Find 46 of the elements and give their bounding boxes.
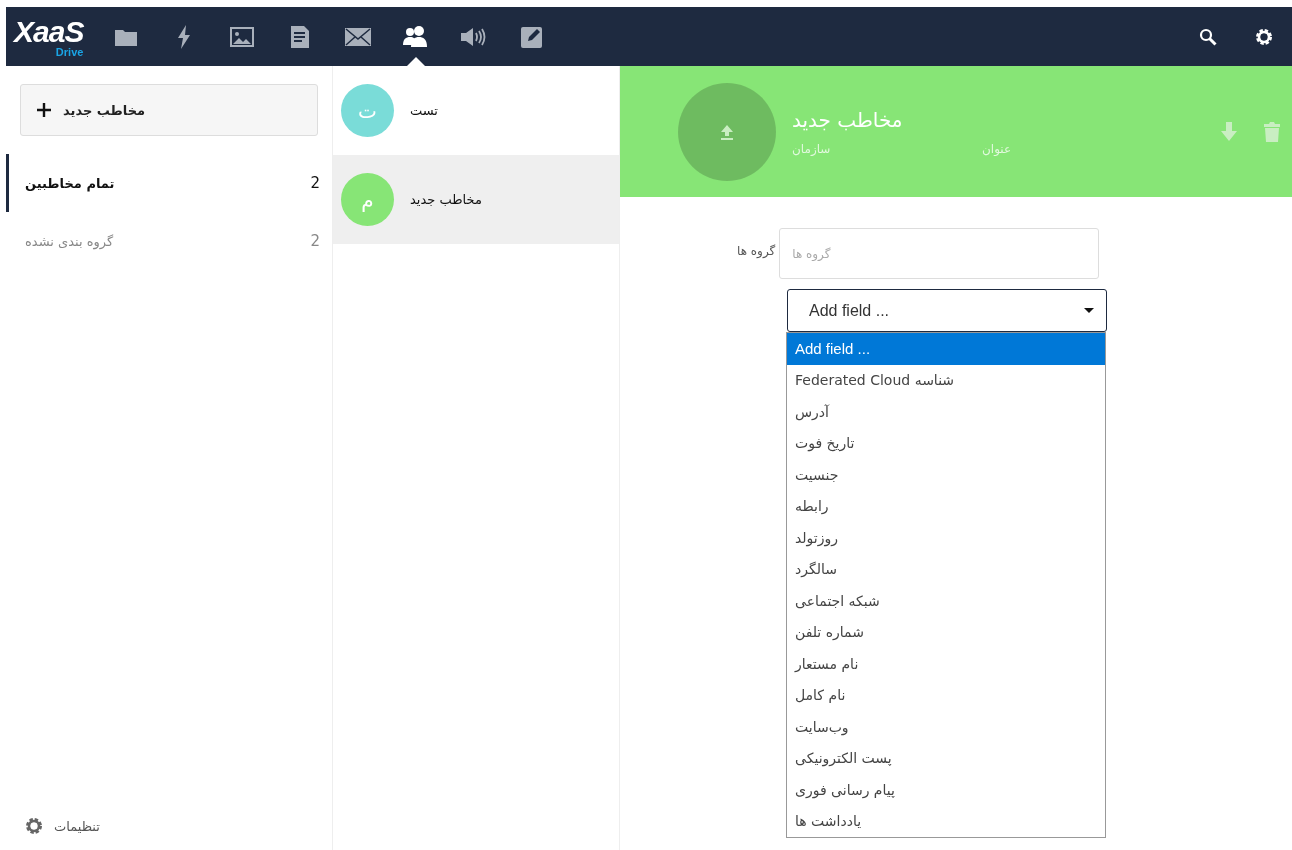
dropdown-option[interactable]: Federated Cloud شناسه bbox=[787, 364, 1105, 396]
dropdown-option[interactable]: سالگرد bbox=[787, 553, 1105, 585]
dropdown-option[interactable]: Add field ... bbox=[787, 333, 1105, 365]
image-icon[interactable] bbox=[230, 26, 255, 47]
document-icon[interactable] bbox=[290, 24, 311, 49]
group-label: گروه بندی نشده bbox=[25, 233, 114, 249]
group-count: 2 bbox=[310, 232, 320, 250]
dropdown-option[interactable]: یادداشت ها bbox=[787, 805, 1105, 837]
dropdown-option[interactable]: آدرس bbox=[787, 396, 1105, 428]
organization-field[interactable]: سازمان bbox=[792, 141, 982, 156]
dropdown-option[interactable]: پیام رسانی فوری bbox=[787, 774, 1105, 806]
groups-label: گروه ها bbox=[737, 244, 776, 258]
dropdown-option[interactable]: شبکه اجتماعی bbox=[787, 585, 1105, 617]
search-icon[interactable] bbox=[1199, 27, 1217, 46]
contact-name: مخاطب جدید bbox=[410, 192, 482, 207]
groups-field[interactable]: گروه ها bbox=[779, 228, 1100, 279]
upload-icon bbox=[719, 123, 735, 140]
gear-icon[interactable] bbox=[24, 816, 44, 836]
contact-avatar: ت bbox=[341, 84, 394, 137]
group-label: تمام مخاطبین bbox=[25, 175, 115, 191]
settings-icon[interactable] bbox=[1254, 26, 1274, 47]
dropdown-option[interactable]: جنسیت bbox=[787, 459, 1105, 491]
dropdown-option[interactable]: وب‌سایت bbox=[787, 711, 1105, 743]
dropdown-option[interactable]: نام کامل bbox=[787, 679, 1105, 711]
group-count: 2 bbox=[310, 174, 320, 192]
contact-avatar: م bbox=[341, 173, 394, 226]
contact-name: تست bbox=[410, 103, 438, 118]
dropdown-option[interactable]: نام مستعار bbox=[787, 648, 1105, 680]
logo-subtitle: Drive bbox=[55, 46, 84, 58]
contact-item[interactable]: ت تست bbox=[333, 66, 619, 155]
dropdown-option[interactable]: روزتولد bbox=[787, 522, 1105, 554]
dropdown-option[interactable]: شماره تلفن bbox=[787, 616, 1105, 648]
caret-icon bbox=[1084, 308, 1094, 313]
title-field[interactable]: عنوان bbox=[982, 141, 1172, 156]
dropdown-option[interactable]: تاریخ فوت bbox=[787, 427, 1105, 459]
envelope-icon[interactable] bbox=[345, 27, 372, 46]
contact-item[interactable]: م مخاطب جدید bbox=[333, 155, 619, 244]
settings-link[interactable]: تنظیمات bbox=[54, 818, 100, 834]
new-contact-button[interactable]: مخاطب جدید bbox=[20, 84, 318, 136]
dropdown-option[interactable]: رابطه bbox=[787, 490, 1105, 522]
edit-icon[interactable] bbox=[520, 24, 545, 49]
plus-icon bbox=[37, 103, 51, 117]
logo[interactable]: XaaS bbox=[14, 15, 84, 49]
selected-pointer bbox=[407, 57, 426, 66]
dropdown-option[interactable]: پست الکترونیکی bbox=[787, 742, 1105, 774]
lightning-icon[interactable] bbox=[177, 24, 192, 49]
